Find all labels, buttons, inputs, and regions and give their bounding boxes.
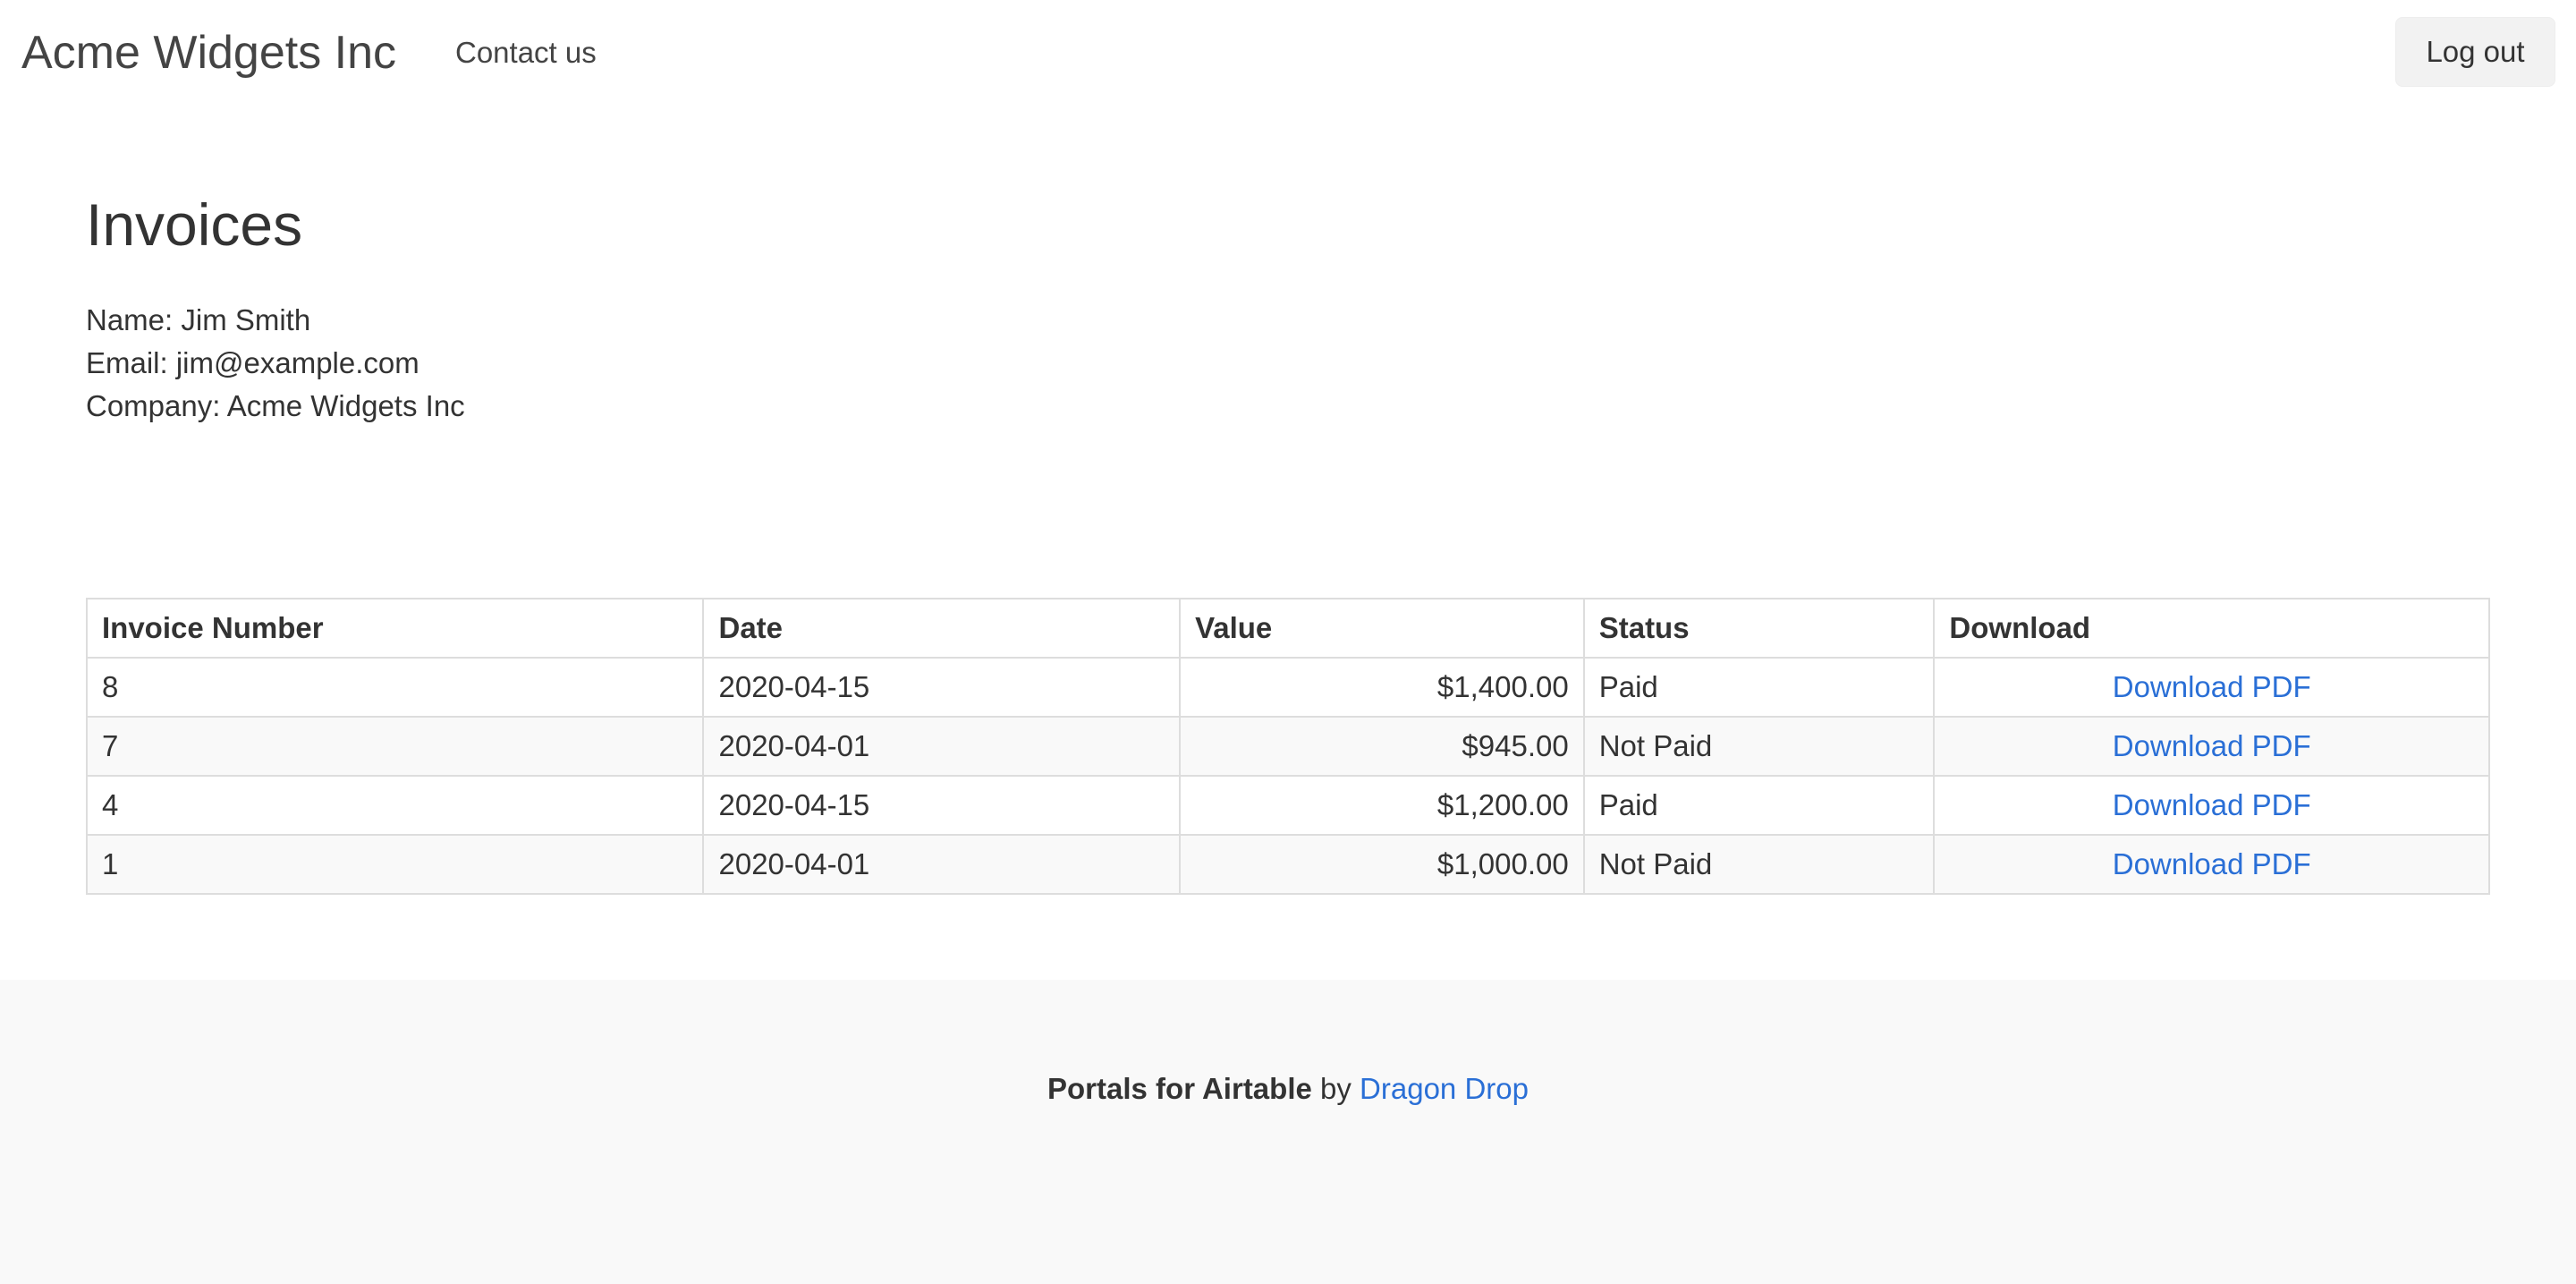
download-pdf-link[interactable]: Download PDF (2113, 847, 2311, 880)
cell-date: 2020-04-15 (702, 775, 1182, 836)
profile-details: Name: Jim Smith Email: jim@example.com C… (86, 299, 465, 428)
column-header-date: Date (702, 598, 1182, 659)
page-footer: Portals for Airtable by Dragon Drop (0, 980, 2576, 1284)
cell-status: Not Paid (1582, 834, 1936, 895)
invoices-table: Invoice Number Date Value Status Downloa… (85, 598, 2490, 895)
download-pdf-link[interactable]: Download PDF (2113, 670, 2311, 703)
cell-invoice-number: 7 (85, 716, 705, 777)
footer-by-text: by (1311, 1072, 1360, 1105)
cell-invoice-number: 8 (85, 657, 705, 718)
dragon-drop-link[interactable]: Dragon Drop (1360, 1072, 1529, 1105)
cell-value: $1,000.00 (1179, 834, 1585, 895)
cell-status: Paid (1582, 657, 1936, 718)
profile-name: Name: Jim Smith (86, 303, 311, 336)
cell-download: Download PDF (1933, 834, 2490, 895)
download-pdf-link[interactable]: Download PDF (2113, 788, 2311, 821)
table-row: 7 2020-04-01 $945.00 Not Paid Download P… (85, 716, 2490, 777)
profile-company: Company: Acme Widgets Inc (86, 389, 465, 422)
table-row: 8 2020-04-15 $1,400.00 Paid Download PDF (85, 657, 2490, 718)
cell-value: $1,400.00 (1179, 657, 1585, 718)
footer-product-name: Portals for Airtable (1047, 1072, 1312, 1105)
logout-button[interactable]: Log out (2395, 17, 2555, 87)
cell-date: 2020-04-01 (702, 834, 1182, 895)
column-header-invoice-number: Invoice Number (85, 598, 705, 659)
table-header-row: Invoice Number Date Value Status Downloa… (85, 598, 2490, 659)
page-title: Invoices (86, 191, 303, 258)
top-navbar: Acme Widgets Inc Contact us Log out (0, 0, 2576, 106)
table-row: 1 2020-04-01 $1,000.00 Not Paid Download… (85, 834, 2490, 895)
contact-us-link[interactable]: Contact us (455, 34, 597, 72)
cell-status: Not Paid (1582, 716, 1936, 777)
table-row: 4 2020-04-15 $1,200.00 Paid Download PDF (85, 775, 2490, 836)
cell-date: 2020-04-01 (702, 716, 1182, 777)
column-header-status: Status (1582, 598, 1936, 659)
cell-download: Download PDF (1933, 775, 2490, 836)
cell-status: Paid (1582, 775, 1936, 836)
cell-download: Download PDF (1933, 657, 2490, 718)
column-header-value: Value (1179, 598, 1585, 659)
download-pdf-link[interactable]: Download PDF (2113, 729, 2311, 762)
cell-invoice-number: 1 (85, 834, 705, 895)
column-header-download: Download (1933, 598, 2490, 659)
cell-invoice-number: 4 (85, 775, 705, 836)
profile-email: Email: jim@example.com (86, 346, 419, 379)
footer-credit: Portals for Airtable by Dragon Drop (0, 1069, 2576, 1109)
brand-link[interactable]: Acme Widgets Inc (21, 25, 396, 81)
cell-date: 2020-04-15 (702, 657, 1182, 718)
cell-download: Download PDF (1933, 716, 2490, 777)
cell-value: $945.00 (1179, 716, 1585, 777)
cell-value: $1,200.00 (1179, 775, 1585, 836)
